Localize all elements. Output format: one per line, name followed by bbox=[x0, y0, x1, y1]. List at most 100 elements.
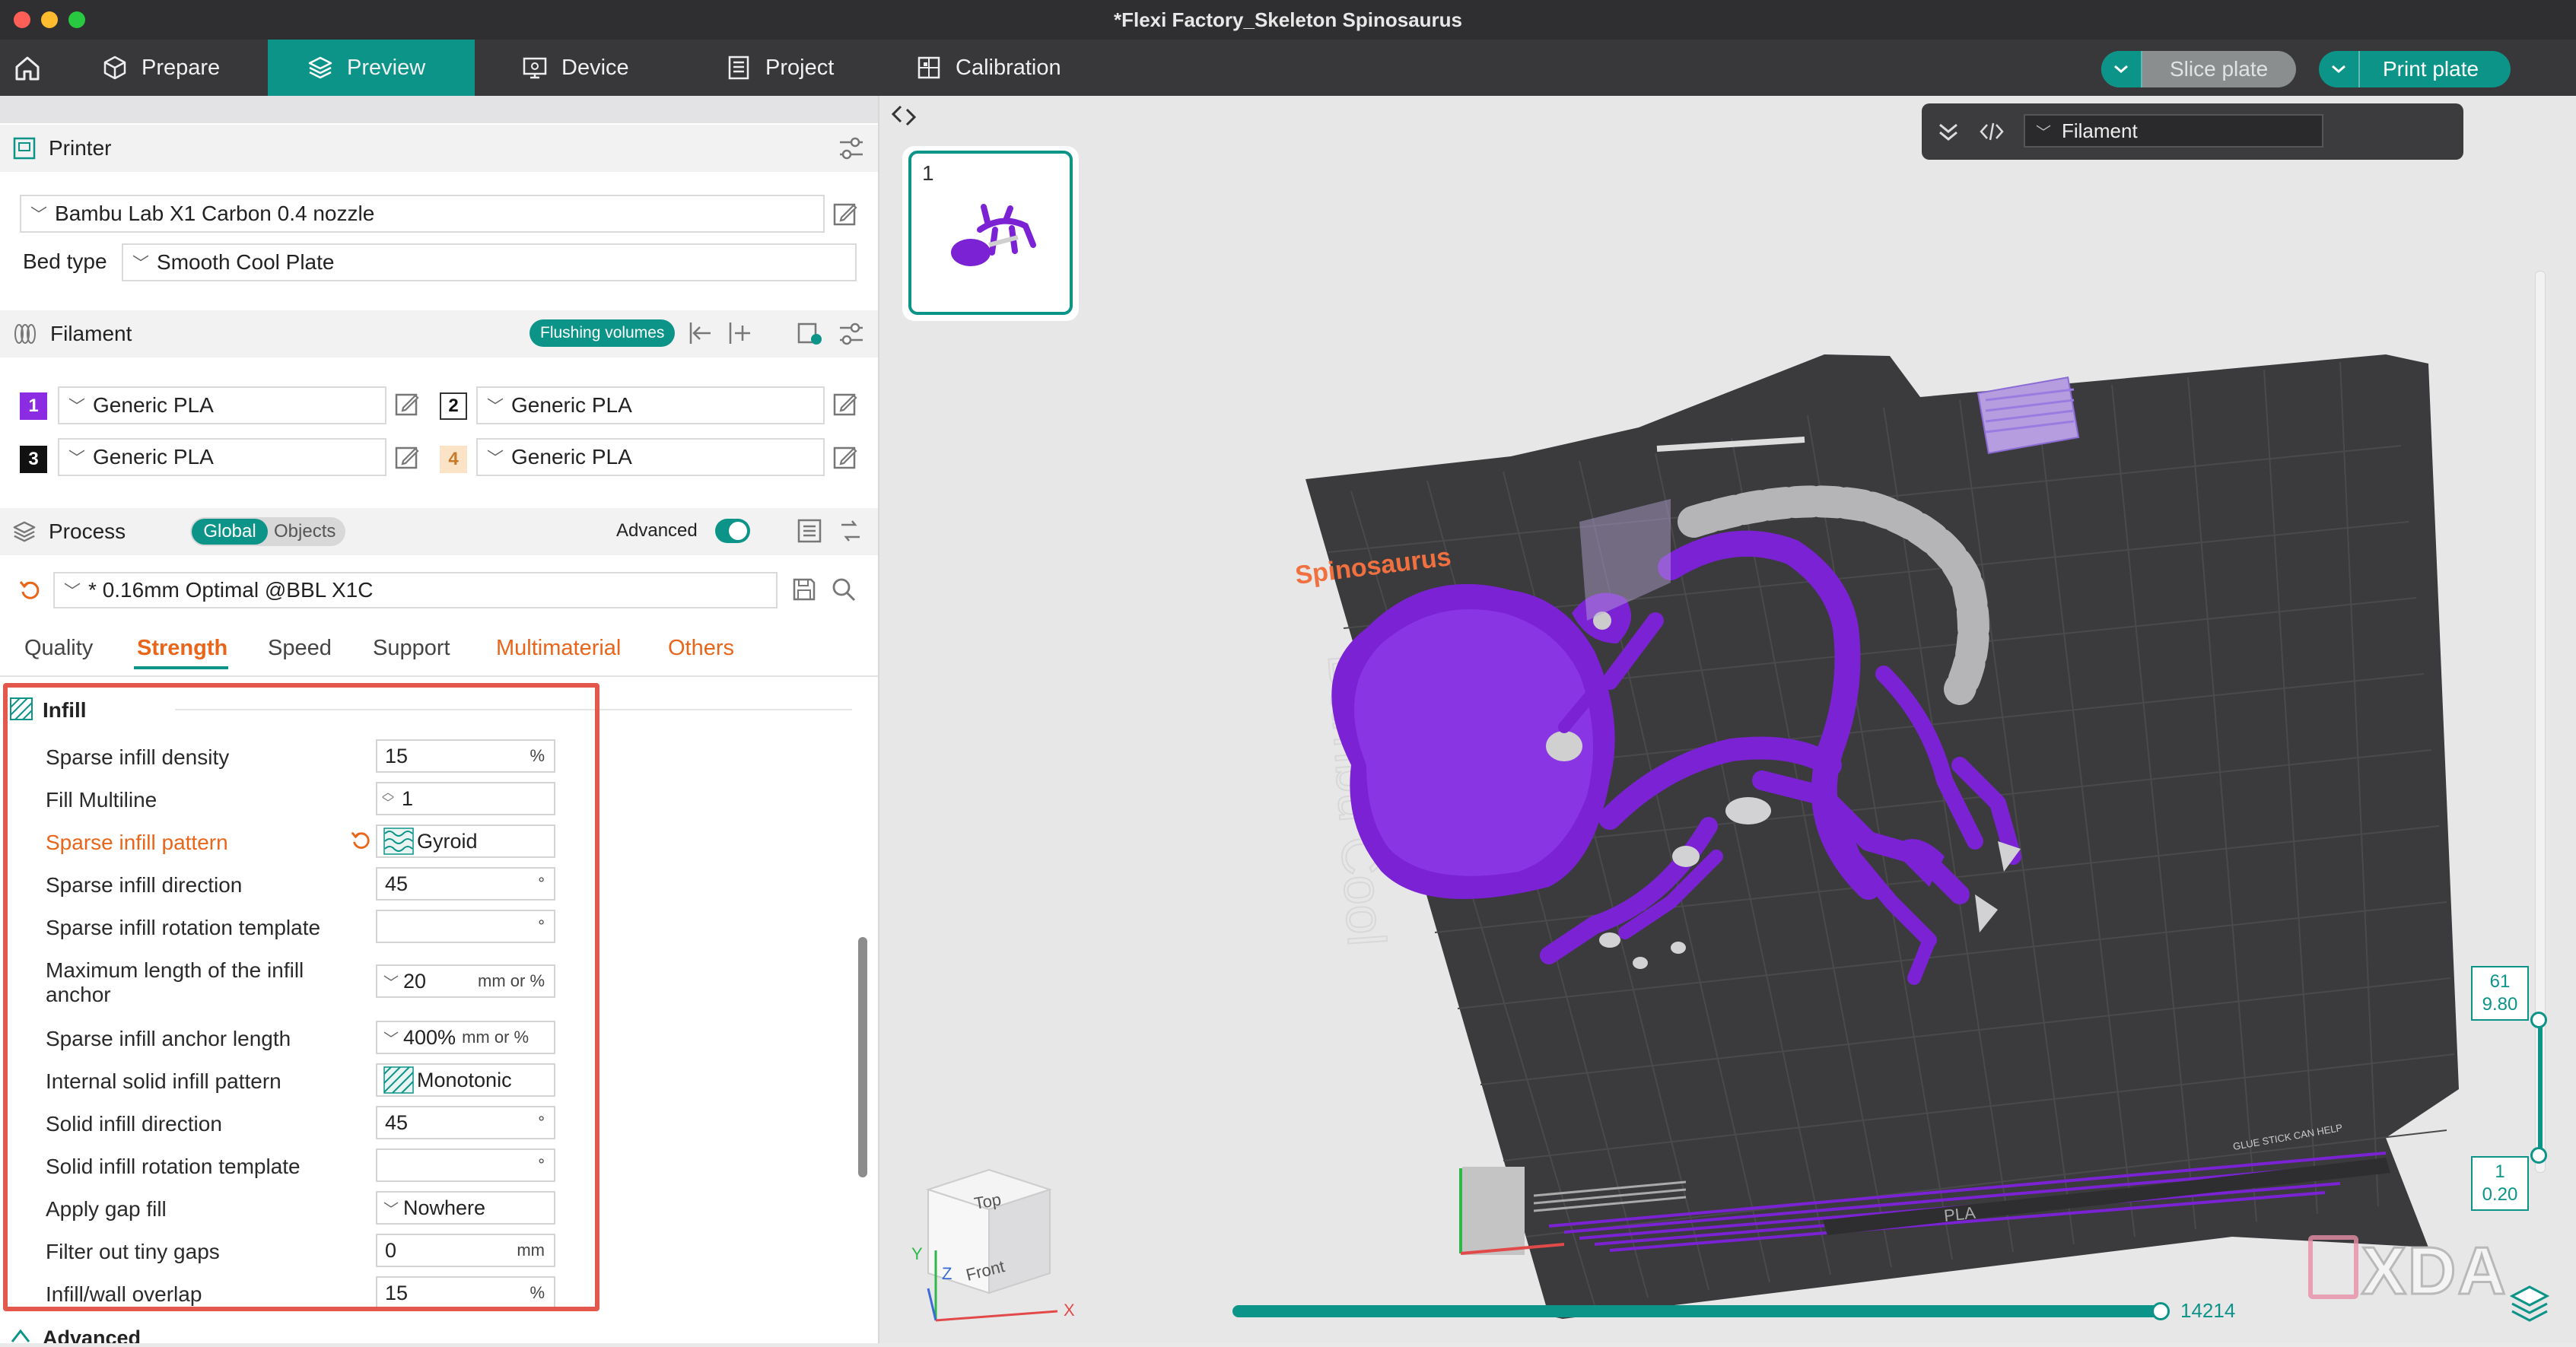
monitor-icon bbox=[523, 57, 547, 79]
edit-filament-3-icon[interactable] bbox=[394, 444, 420, 474]
bed-type-value: Smooth Cool Plate bbox=[157, 250, 335, 274]
global-toggle-option[interactable]: Global bbox=[192, 519, 268, 545]
search-icon[interactable] bbox=[831, 577, 857, 606]
printer-section-label: Printer bbox=[49, 136, 112, 160]
slice-plate-label: Slice plate bbox=[2170, 57, 2269, 81]
tab-speed[interactable]: Speed bbox=[268, 636, 332, 661]
advanced-section-icon bbox=[9, 1326, 32, 1347]
edit-filament-4-icon[interactable] bbox=[832, 444, 858, 474]
tab-preview[interactable]: Preview bbox=[268, 40, 475, 96]
tab-strength[interactable]: Strength bbox=[137, 636, 227, 661]
filament-section-label: Filament bbox=[50, 322, 132, 345]
chevron-down-icon: ﹀ bbox=[68, 449, 86, 468]
filament-slot-2-select[interactable]: ﹀ Generic PLA bbox=[476, 386, 825, 424]
stack-layers-icon[interactable] bbox=[2508, 1282, 2552, 1329]
tab-quality[interactable]: Quality bbox=[24, 636, 93, 661]
filament-slot-2-name: Generic PLA bbox=[511, 393, 632, 417]
layer-top-number: 61 bbox=[2489, 971, 2511, 992]
tab-calibration-label: Calibration bbox=[956, 55, 1061, 80]
bed-logo-text: PLA bbox=[1943, 1203, 1977, 1225]
print-plate-button[interactable]: Print plate bbox=[2319, 51, 2511, 87]
tab-calibration[interactable]: Calibration bbox=[916, 40, 1099, 96]
filament-slot-1-number[interactable]: 1 bbox=[20, 392, 47, 420]
highlight-box bbox=[3, 683, 599, 1311]
flushing-volumes-button[interactable]: Flushing volumes bbox=[530, 319, 676, 347]
axis-y-label: Y bbox=[911, 1244, 923, 1263]
process-profile-select[interactable]: ﹀ * 0.16mm Optimal @BBL X1C bbox=[53, 572, 778, 608]
tab-others[interactable]: Others bbox=[668, 636, 734, 661]
add-filament-icon[interactable] bbox=[726, 319, 753, 351]
filament-settings-icon[interactable] bbox=[837, 319, 866, 352]
advanced-heading: Advanced bbox=[43, 1326, 142, 1343]
printer-section-header: Printer bbox=[0, 125, 878, 172]
axis-z-label: Z bbox=[942, 1264, 952, 1283]
chevron-down-icon: ﹀ bbox=[132, 254, 150, 273]
slice-dropdown-chevron-icon[interactable] bbox=[2101, 51, 2142, 87]
bed-type-select[interactable]: ﹀ Smooth Cool Plate bbox=[122, 243, 857, 281]
window-title: *Flexi Factory_Skeleton Spinosaurus bbox=[1113, 8, 1463, 31]
filament-slot-3-select[interactable]: ﹀ Generic PLA bbox=[58, 438, 386, 476]
layer-bottom-number: 1 bbox=[2495, 1161, 2505, 1182]
chevron-down-icon: ﹀ bbox=[64, 582, 81, 601]
active-tab-underline bbox=[134, 666, 228, 669]
chevron-down-icon: ﹀ bbox=[68, 397, 86, 416]
tab-project[interactable]: Project bbox=[726, 40, 878, 96]
tab-device[interactable]: Device bbox=[522, 40, 674, 96]
home-icon[interactable] bbox=[12, 53, 43, 84]
bed-type-label: Bed type bbox=[23, 249, 107, 273]
reset-profile-icon[interactable] bbox=[18, 578, 43, 606]
layer-top-height: 9.80 bbox=[2482, 994, 2518, 1015]
slice-plate-button[interactable]: Slice plate bbox=[2101, 51, 2296, 87]
process-list-icon[interactable] bbox=[796, 517, 823, 548]
edit-printer-icon[interactable] bbox=[832, 201, 858, 230]
tab-divider bbox=[0, 675, 878, 677]
save-profile-icon[interactable] bbox=[791, 577, 817, 606]
filament-slot-4-select[interactable]: ﹀ Generic PLA bbox=[476, 438, 825, 476]
chevron-down-icon: ﹀ bbox=[487, 397, 504, 416]
printer-model-value: Bambu Lab X1 Carbon 0.4 nozzle bbox=[55, 202, 375, 225]
edit-filament-2-icon[interactable] bbox=[832, 391, 858, 421]
build-plate-scene: Spinosaurus Bambu Cool bbox=[1293, 354, 2459, 1319]
tab-preview-label: Preview bbox=[347, 55, 426, 80]
move-slider-track[interactable] bbox=[1232, 1305, 2165, 1317]
edit-filament-1-icon[interactable] bbox=[394, 391, 420, 421]
print-dropdown-chevron-icon[interactable] bbox=[2319, 51, 2360, 87]
watermark-bracket-icon bbox=[2308, 1235, 2358, 1299]
move-slider-handle[interactable] bbox=[2151, 1302, 2170, 1320]
tab-prepare-label: Prepare bbox=[142, 55, 221, 80]
advanced-toggle-switch[interactable] bbox=[715, 519, 750, 543]
filament-slot-4-number[interactable]: 4 bbox=[440, 446, 467, 473]
layer-top-readout: 61 9.80 bbox=[2471, 966, 2529, 1021]
tab-prepare[interactable]: Prepare bbox=[84, 40, 251, 96]
process-compare-icon[interactable] bbox=[837, 517, 864, 548]
axis-x-label: X bbox=[1064, 1301, 1075, 1320]
process-profile-value: * 0.16mm Optimal @BBL X1C bbox=[88, 578, 374, 602]
sidebar-top-strip bbox=[0, 96, 878, 123]
filament-slot-1-select[interactable]: ﹀ Generic PLA bbox=[58, 386, 386, 424]
remove-filament-icon[interactable] bbox=[686, 319, 714, 351]
chevron-down-icon: ﹀ bbox=[487, 449, 504, 468]
layer-slider-top-handle[interactable] bbox=[2530, 1012, 2547, 1028]
settings-scrollbar[interactable] bbox=[858, 937, 867, 1177]
process-layers-icon bbox=[13, 521, 36, 542]
layer-bottom-height: 0.20 bbox=[2482, 1184, 2518, 1205]
sync-ams-icon[interactable] bbox=[796, 319, 823, 351]
watermark-text: XDA bbox=[2361, 1232, 2508, 1310]
filament-slot-2-number[interactable]: 2 bbox=[440, 392, 467, 420]
tab-project-label: Project bbox=[765, 55, 835, 80]
move-count-readout: 14214 bbox=[2180, 1299, 2236, 1322]
objects-toggle-option[interactable]: Objects bbox=[274, 519, 345, 545]
filament-slot-1-name: Generic PLA bbox=[93, 393, 214, 417]
tab-multimaterial[interactable]: Multimaterial bbox=[496, 636, 621, 661]
printer-model-select[interactable]: ﹀ Bambu Lab X1 Carbon 0.4 nozzle bbox=[20, 195, 825, 233]
tab-device-label: Device bbox=[561, 55, 629, 80]
printer-settings-icon[interactable] bbox=[837, 134, 866, 163]
filament-slot-3-name: Generic PLA bbox=[93, 445, 214, 469]
tab-support[interactable]: Support bbox=[373, 636, 450, 661]
filament-slot-3-number[interactable]: 3 bbox=[20, 446, 47, 473]
layers-icon bbox=[308, 56, 332, 79]
filament-slot-4-name: Generic PLA bbox=[511, 445, 632, 469]
orientation-cube[interactable]: Top Front Y Z X bbox=[905, 1159, 1088, 1326]
document-icon bbox=[728, 56, 749, 80]
layer-slider-bottom-handle[interactable] bbox=[2530, 1147, 2547, 1164]
